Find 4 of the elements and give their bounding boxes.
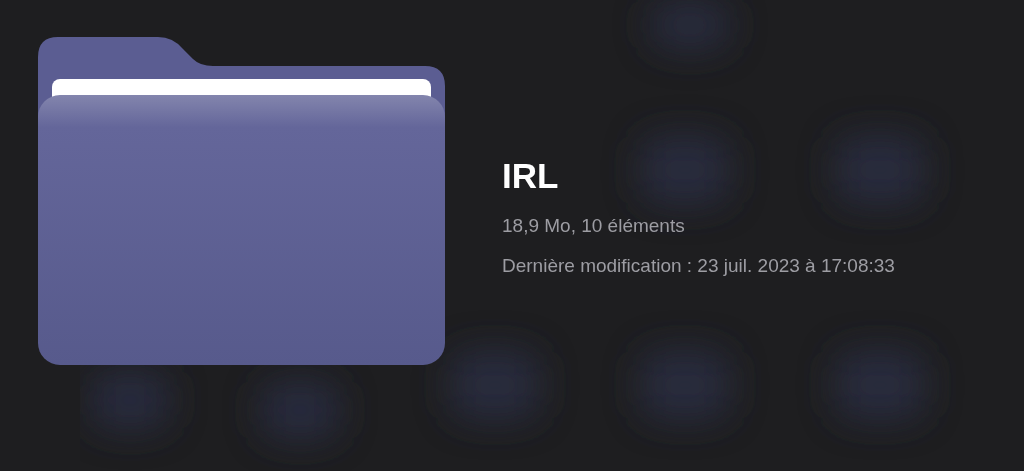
modified-date: Dernière modification : 23 juil. 2023 à 17:08:33 [502, 254, 895, 279]
folder-name: IRL [502, 155, 560, 198]
folder-icon [38, 36, 445, 365]
folder-details: 18,9 Mo, 10 éléments [502, 213, 686, 238]
